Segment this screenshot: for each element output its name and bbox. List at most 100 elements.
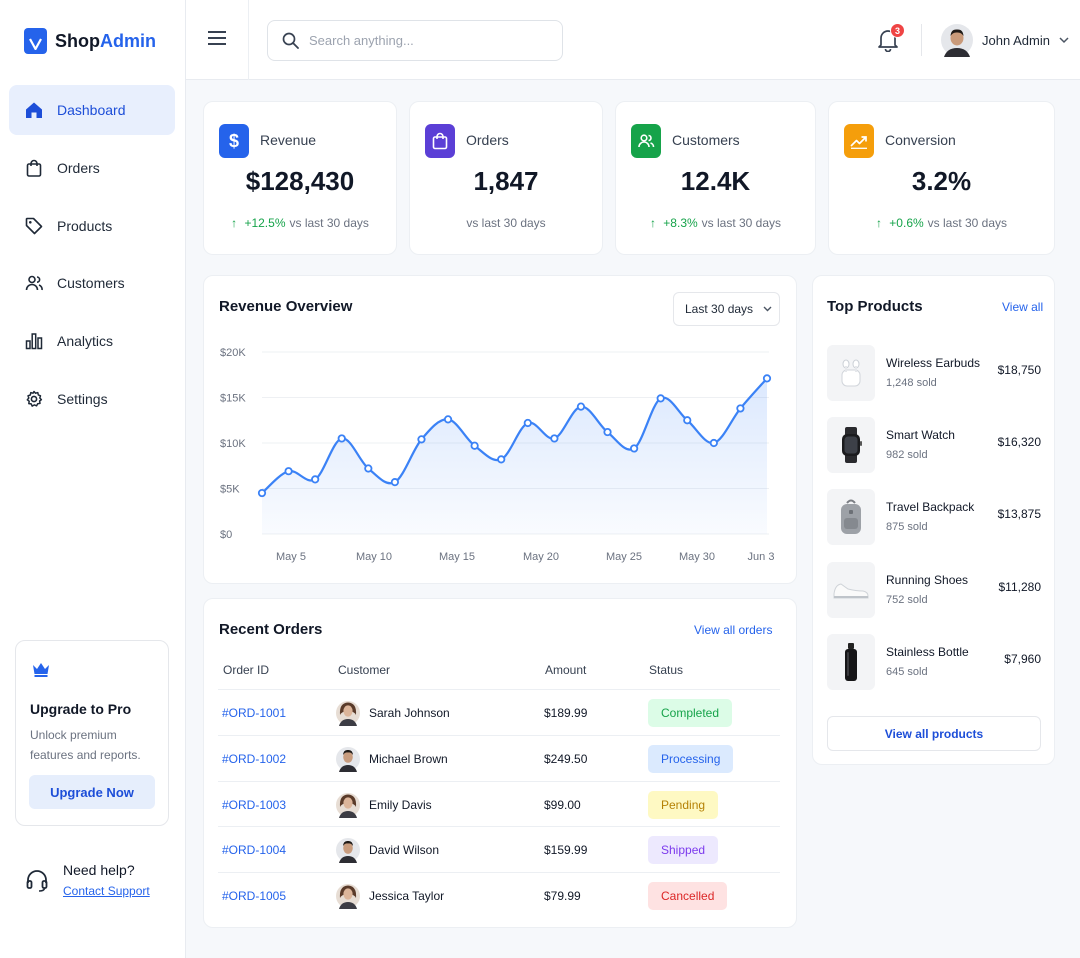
order-id-link[interactable]: #ORD-1002 — [222, 752, 286, 766]
sidebar-item-settings[interactable]: Settings — [9, 374, 175, 424]
data-point[interactable] — [683, 416, 692, 425]
x-tick-label: Jun 3 — [748, 551, 775, 563]
trend-up-icon — [844, 124, 874, 158]
data-point[interactable] — [523, 418, 532, 428]
earbuds-icon — [827, 345, 875, 401]
data-point[interactable] — [417, 435, 426, 444]
list-item[interactable]: Travel Backpack 875 sold $13,875 — [827, 489, 1041, 547]
status-badge: Cancelled — [648, 882, 728, 911]
sidebar-item-label: Orders — [57, 159, 100, 176]
stat-period: vs last 30 days — [701, 216, 782, 230]
data-point[interactable] — [337, 434, 346, 443]
y-tick-label: $0 — [220, 529, 232, 541]
column-header-amount: Amount — [545, 663, 587, 677]
data-point[interactable] — [762, 374, 772, 383]
table-row[interactable]: #ORD-1003 Emily Davis $99.00 Pending — [218, 780, 780, 827]
order-id-link[interactable]: #ORD-1001 — [222, 706, 286, 720]
stat-card-conversion: Conversion 3.2% ↑ +0.6% vs last 30 days — [828, 101, 1055, 255]
list-item[interactable]: Running Shoes 752 sold $11,280 — [827, 561, 1041, 620]
sidebar-item-products[interactable]: Products — [9, 201, 175, 251]
stat-subtext: ↑ +0.6% vs last 30 days — [829, 216, 1054, 230]
column-header-status: Status — [649, 663, 684, 677]
data-point[interactable] — [630, 444, 639, 453]
upgrade-card: Upgrade to Pro Unlock premium features a… — [15, 640, 169, 826]
delta-up-icon: ↑ — [231, 216, 241, 230]
x-tick-label: May 25 — [606, 551, 642, 563]
users-icon — [25, 276, 43, 291]
list-item[interactable]: Smart Watch 982 sold $16,320 — [827, 417, 1041, 475]
help-title: Need help? — [63, 862, 135, 878]
product-name: Stainless Bottle — [886, 644, 969, 659]
gear-icon — [26, 390, 43, 407]
menu-icon[interactable] — [208, 30, 226, 51]
data-point[interactable] — [284, 467, 293, 476]
order-amount: $79.99 — [544, 889, 581, 904]
recent-orders-card: Recent Orders View all orders Order ID C… — [203, 598, 797, 928]
order-id-link[interactable]: #ORD-1003 — [222, 798, 286, 812]
data-point[interactable] — [576, 402, 586, 411]
stat-label: Customers — [672, 132, 740, 148]
list-item[interactable]: Wireless Earbuds 1,248 sold $18,750 — [827, 345, 1041, 403]
view-all-orders-link[interactable]: View all orders — [694, 623, 772, 637]
customer-name: Sarah Johnson — [369, 706, 450, 720]
product-name: Travel Backpack — [886, 500, 975, 515]
sidebar-item-dashboard[interactable]: Dashboard — [9, 85, 175, 135]
backpack-icon — [827, 489, 875, 546]
product-name: Smart Watch — [886, 428, 955, 443]
view-all-products-link[interactable]: View all — [1002, 300, 1043, 314]
data-point[interactable] — [656, 394, 665, 403]
sidebar-item-orders[interactable]: Orders — [9, 143, 175, 193]
notification-badge: 3 — [890, 23, 905, 38]
stat-card-revenue: $ Revenue $128,430 ↑ +12.5% vs last 30 da… — [203, 101, 397, 255]
sidebar-item-analytics[interactable]: Analytics — [9, 316, 175, 366]
order-id-link[interactable]: #ORD-1004 — [222, 843, 286, 857]
topbar: 3 John Admin — [186, 0, 1080, 80]
avatar — [941, 24, 973, 57]
sidebar-item-customers[interactable]: Customers — [9, 258, 175, 308]
stat-period: vs last 30 days — [289, 216, 369, 230]
data-point[interactable] — [497, 455, 506, 464]
data-point[interactable] — [257, 488, 267, 498]
table-row[interactable]: #ORD-1004 David Wilson $159.99 Shipped — [218, 826, 780, 872]
brand-logo[interactable]: ShopAdmin — [24, 28, 156, 54]
headset-icon — [26, 870, 48, 892]
list-item[interactable]: Stainless Bottle 645 sold $7,960 — [827, 633, 1041, 692]
recent-orders-title: Recent Orders — [219, 621, 323, 638]
product-revenue: $13,875 — [997, 507, 1041, 522]
logo-icon — [24, 28, 47, 54]
search-input[interactable] — [309, 33, 549, 48]
product-sold: 982 sold — [886, 449, 928, 462]
view-all-products-button[interactable]: View all products — [827, 716, 1041, 751]
table-row[interactable]: #ORD-1001 Sarah Johnson $189.99 Completed — [218, 689, 780, 735]
stat-delta: +12.5% — [244, 216, 286, 230]
revenue-chart: $0 $5K $10K $15K $20K May 5 May 10 May 15 May 20… — [220, 347, 775, 563]
sidebar-item-label: Dashboard — [57, 102, 126, 118]
search-bar[interactable] — [267, 20, 563, 61]
upgrade-now-button[interactable]: Upgrade Now — [29, 775, 155, 809]
data-point[interactable] — [364, 464, 373, 473]
order-amount: $249.50 — [544, 751, 588, 766]
tag-icon — [25, 217, 43, 234]
product-sold: 1,248 sold — [886, 377, 937, 389]
table-row[interactable]: #ORD-1005 Jessica Taylor $79.99 Cancelled — [218, 872, 780, 918]
user-menu[interactable]: John Admin — [941, 21, 1069, 59]
data-point[interactable] — [709, 438, 718, 448]
order-amount: $159.99 — [544, 843, 588, 858]
data-point[interactable] — [311, 475, 320, 484]
data-point[interactable] — [736, 404, 745, 413]
avatar — [336, 701, 360, 726]
table-row[interactable]: #ORD-1002 Michael Brown $249.50 Processing — [218, 734, 780, 781]
data-point[interactable] — [603, 427, 612, 437]
data-point[interactable] — [550, 434, 559, 443]
data-point[interactable] — [390, 478, 399, 487]
status-badge: Completed — [648, 699, 733, 727]
order-id-link[interactable]: #ORD-1005 — [222, 889, 286, 903]
stat-value: 12.4K — [680, 166, 751, 196]
revenue-area — [262, 378, 767, 534]
sidebar-item-label: Analytics — [57, 333, 114, 350]
contact-support-link[interactable]: Contact Support — [63, 884, 150, 898]
status-badge: Shipped — [648, 836, 719, 865]
revenue-overview-card: Revenue Overview Last 30 days $0 $5K $10K $… — [203, 275, 797, 584]
data-point[interactable] — [470, 441, 479, 450]
data-point[interactable] — [443, 415, 453, 424]
